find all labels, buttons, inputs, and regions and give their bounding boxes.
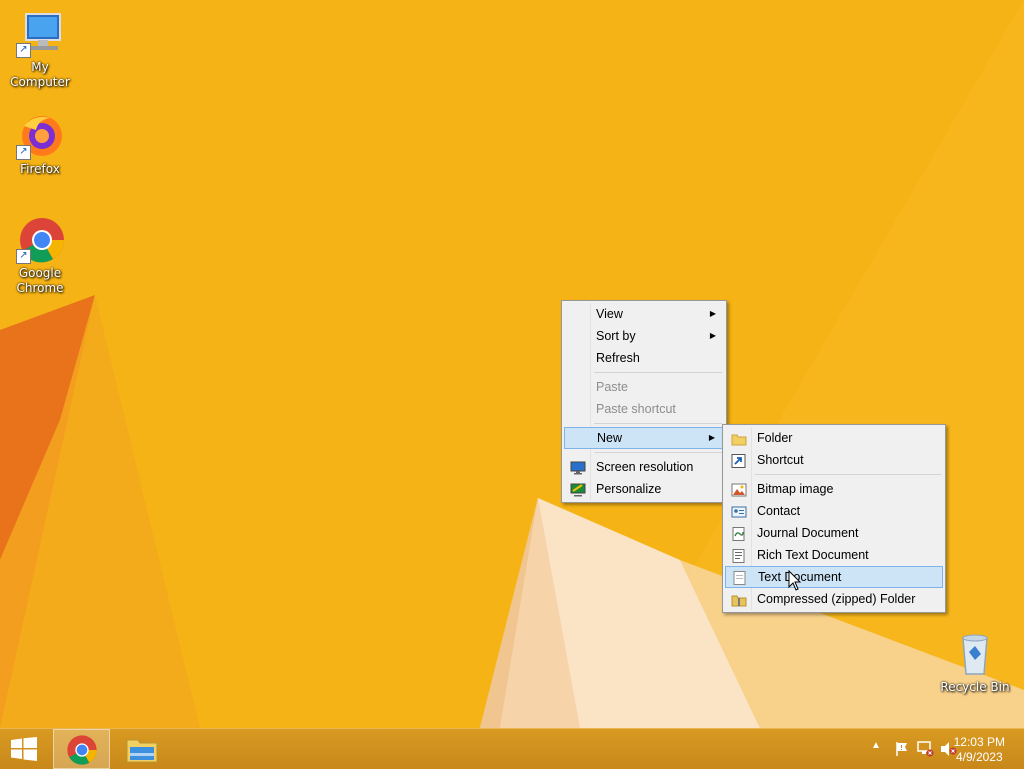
zip-folder-icon (731, 592, 747, 607)
taskbar-file-explorer-button[interactable] (114, 729, 171, 769)
menu-item-label: Bitmap image (757, 482, 834, 496)
personalize-icon (570, 482, 586, 497)
desktop-icon-label: My Computer (10, 60, 70, 89)
taskbar: ▲ 12:03 PM 4/9/2023 (0, 728, 1024, 769)
computer-icon: ↗ (16, 10, 64, 58)
menu-separator (594, 452, 722, 453)
clock-date: 4/9/2023 (955, 750, 1003, 764)
submenu-arrow-icon: ▶ (708, 433, 715, 442)
action-center-flag-icon[interactable] (894, 741, 910, 757)
menu-item-label: Sort by (596, 329, 636, 343)
new-item-contact[interactable]: Contact (725, 500, 943, 522)
desktop[interactable]: ↗ My Computer ↗ Firefox ↗ Google Chrome … (0, 0, 1024, 728)
shortcut-arrow-icon: ↗ (16, 145, 31, 160)
shortcut-arrow-icon: ↗ (16, 43, 31, 58)
desktop-icon-my-computer[interactable]: ↗ My Computer (0, 10, 80, 90)
network-icon[interactable] (916, 741, 934, 757)
system-tray: ▲ 12:03 PM 4/9/2023 (844, 729, 1024, 769)
desktop-icon-google-chrome[interactable]: ↗ Google Chrome (0, 216, 80, 296)
clock-time: 12:03 PM (953, 735, 1005, 749)
new-item-journal-document[interactable]: Journal Document (725, 522, 943, 544)
desktop-icon-label: Firefox (20, 162, 60, 176)
start-button[interactable] (0, 729, 48, 769)
new-item-compressed-folder[interactable]: Compressed (zipped) Folder (725, 588, 943, 610)
wallpaper (0, 0, 1024, 728)
menu-item-label: Personalize (596, 482, 662, 496)
menu-separator (594, 372, 722, 373)
new-item-folder[interactable]: Folder (725, 427, 943, 449)
desktop-icon-firefox[interactable]: ↗ Firefox (0, 112, 80, 177)
menu-item-label: Folder (757, 431, 793, 445)
new-item-bitmap-image[interactable]: Bitmap image (725, 478, 943, 500)
menu-item-label: Journal Document (757, 526, 859, 540)
desktop-icon-label: Google Chrome (16, 266, 64, 295)
mouse-cursor-icon (788, 570, 802, 591)
menu-item-new[interactable]: New ▶ (564, 427, 724, 449)
desktop-context-menu: View ▶ Sort by ▶ Refresh Paste Paste sho… (561, 300, 727, 503)
windows-logo-icon (11, 737, 37, 761)
folder-icon (731, 431, 747, 446)
rich-text-icon (731, 548, 747, 563)
chrome-icon: ↗ (16, 216, 64, 264)
shortcut-arrow-icon: ↗ (16, 249, 31, 264)
chrome-icon (67, 735, 97, 765)
menu-item-label: Screen resolution (596, 460, 694, 474)
menu-item-view[interactable]: View ▶ (564, 303, 724, 325)
menu-item-paste[interactable]: Paste (564, 376, 724, 398)
menu-separator (594, 423, 722, 424)
recycle-bin-icon (951, 630, 999, 678)
menu-item-personalize[interactable]: Personalize (564, 478, 724, 500)
menu-separator (755, 474, 941, 475)
menu-item-refresh[interactable]: Refresh (564, 347, 724, 369)
clock[interactable]: 12:03 PM 4/9/2023 (954, 735, 1005, 765)
menu-item-label: Paste (596, 380, 628, 394)
firefox-icon: ↗ (16, 112, 64, 160)
new-submenu: Folder Shortcut Bitmap image Contact Jou… (722, 424, 946, 613)
shortcut-icon (731, 453, 747, 468)
menu-item-screen-resolution[interactable]: Screen resolution (564, 456, 724, 478)
taskbar-chrome-button[interactable] (53, 729, 110, 769)
bitmap-icon (731, 482, 747, 497)
menu-item-label: Refresh (596, 351, 640, 365)
menu-item-label: New (597, 431, 623, 445)
show-hidden-icons-button[interactable]: ▲ (871, 740, 881, 751)
submenu-arrow-icon: ▶ (709, 309, 716, 318)
new-item-shortcut[interactable]: Shortcut (725, 449, 943, 471)
menu-item-sort-by[interactable]: Sort by ▶ (564, 325, 724, 347)
display-icon (570, 460, 586, 475)
new-item-text-document[interactable]: Text Document (725, 566, 943, 588)
menu-item-label: Compressed (zipped) Folder (757, 592, 916, 606)
desktop-icon-label: Recycle Bin (940, 680, 1010, 694)
desktop-icon-recycle-bin[interactable]: Recycle Bin (935, 630, 1015, 695)
submenu-arrow-icon: ▶ (709, 331, 716, 340)
file-explorer-icon (126, 739, 158, 763)
journal-icon (731, 526, 747, 541)
menu-item-label: Shortcut (757, 453, 804, 467)
new-item-rich-text-document[interactable]: Rich Text Document (725, 544, 943, 566)
menu-item-label: View (596, 307, 623, 321)
contact-icon (731, 504, 747, 518)
menu-item-paste-shortcut[interactable]: Paste shortcut (564, 398, 724, 420)
menu-item-label: Paste shortcut (596, 402, 676, 416)
menu-item-label: Contact (757, 504, 801, 518)
menu-item-label: Rich Text Document (757, 548, 869, 562)
text-document-icon (732, 571, 748, 585)
